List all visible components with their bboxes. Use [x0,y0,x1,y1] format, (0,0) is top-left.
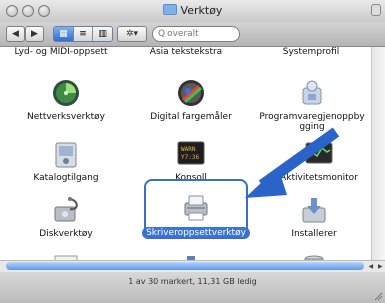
magnifier-icon: Q [158,29,166,39]
window-title-text: Verktøy [180,4,223,17]
app-katalogtilgang[interactable]: Katalogtilgang [11,139,121,183]
forward-button[interactable]: ▶ [25,26,44,42]
app-programvaregjenoppbygging[interactable]: Programvaregjenoppbygging [257,78,367,132]
action-menu-button[interactable]: ✲▾ [117,26,147,42]
view-mode-selector: ▦ ≡ ▥ [53,26,113,42]
finder-window: Verktøy ◀ ▶ ▦ ≡ ▥ ✲▾ Qoveralt Lyd- og MI… [0,0,385,303]
app-konsoll[interactable]: WARN Y7:36 Konsoll [136,139,246,183]
resize-grip-icon[interactable] [373,291,383,301]
app-aktivitetsmonitor[interactable]: Aktivitetsmonitor [264,139,371,183]
app-label: Aktivitetsmonitor [280,173,358,183]
folder-icon [162,4,177,15]
app-label: Nettverksverktøy [27,112,105,122]
activity-monitor-icon [303,139,335,169]
svg-text:WARN: WARN [181,146,196,153]
package-restore-icon [296,78,328,108]
status-text: 1 av 30 markert, 11,31 GB ledig [128,277,257,286]
app-label: Digital fargemåler [150,112,232,122]
network-utility-icon [50,78,82,108]
column-view-icon: ▥ [98,29,107,39]
icon-view-icon: ▦ [59,29,68,39]
app-label: Diskverktøy [39,229,93,239]
app-nettverksverktoy[interactable]: Nettverksverktøy [11,78,121,122]
top-row-label-1[interactable]: Lyd- og MIDI-oppsett [6,47,116,57]
gear-icon: ✲▾ [125,29,139,39]
top-row-label-3[interactable]: Systemprofil [256,47,366,57]
scroll-left-icon[interactable]: ◀ [368,263,373,270]
directory-access-icon [50,139,82,169]
selection-highlight [144,179,248,239]
toolbar: ◀ ▶ ▦ ≡ ▥ ✲▾ Qoveralt [0,22,385,47]
installer-icon [298,195,330,225]
app-installerer[interactable]: Installerer [259,195,369,239]
status-bar: 1 av 30 markert, 11,31 GB ledig [0,272,385,303]
app-digital-fargemaler[interactable]: Digital fargemåler [136,78,246,122]
search-placeholder: overalt [167,29,199,39]
app-label: Katalogtilgang [33,173,99,183]
list-view-icon: ≡ [79,29,87,39]
icon-view-button[interactable]: ▦ [54,27,74,41]
app-label: Programvaregjenoppbygging [259,112,365,132]
title-bar: Verktøy [0,0,385,23]
color-meter-icon [175,78,207,108]
app-diskverktoy[interactable]: Diskverktøy [11,195,121,239]
list-view-button[interactable]: ≡ [73,27,94,41]
toolbar-toggle-button[interactable] [371,4,381,16]
window-title: Verktøy [0,4,385,17]
app-label: Installerer [291,229,337,239]
horizontal-scroll-thumb[interactable] [6,262,364,270]
scroll-arrows[interactable]: ◀ ▶ [366,261,385,271]
disk-utility-icon [50,195,82,225]
vertical-scrollbar[interactable] [371,47,385,260]
console-icon: WARN Y7:36 [175,139,207,169]
back-arrow-icon: ◀ [12,29,19,39]
top-row-label-2[interactable]: Asia tekstekstra [131,47,241,57]
svg-text:Y7:36: Y7:36 [181,154,199,161]
back-button[interactable]: ◀ [6,26,25,42]
search-field[interactable]: Qoveralt [152,26,240,42]
column-view-button[interactable]: ▥ [93,27,112,41]
forward-arrow-icon: ▶ [31,29,38,39]
scroll-right-icon[interactable]: ▶ [378,263,383,270]
